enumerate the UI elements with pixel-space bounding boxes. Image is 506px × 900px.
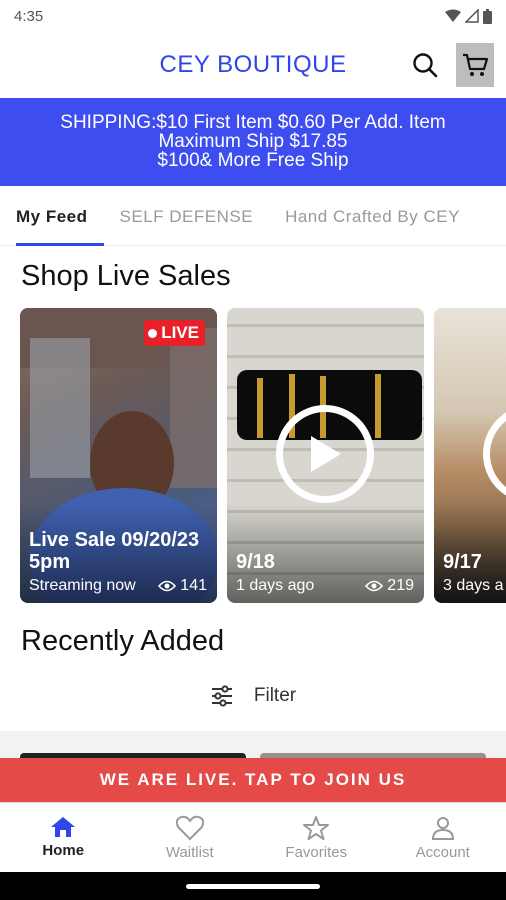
status-bar: 4:35 — [0, 0, 506, 32]
wifi-icon — [445, 9, 461, 22]
nav-account[interactable]: Account — [380, 803, 506, 872]
app-header: CEY BOUTIQUE — [0, 32, 506, 98]
home-gesture-handle[interactable] — [186, 884, 320, 889]
past-sale-card[interactable]: 9/18 1 days ago 219 — [227, 308, 424, 603]
card-title-line-2: 5pm — [29, 551, 71, 573]
system-gesture-bar — [0, 872, 506, 900]
card-subtitle: Streaming now — [29, 577, 136, 594]
recently-added-title: Recently Added — [21, 625, 225, 657]
shipping-line-1: SHIPPING:$10 First Item $0.60 Per Add. I… — [60, 112, 446, 133]
nav-home[interactable]: Home — [0, 803, 127, 872]
search-button[interactable] — [410, 50, 440, 80]
shipping-line-2: Maximum Ship $17.85 — [158, 131, 348, 152]
tab-my-feed[interactable]: My Feed — [0, 188, 104, 246]
card-views: 219 — [365, 577, 414, 595]
eye-icon — [158, 580, 177, 592]
live-sales-title: Shop Live Sales — [21, 260, 231, 292]
cart-button[interactable] — [456, 43, 494, 87]
cart-icon — [463, 53, 489, 76]
search-icon — [413, 53, 438, 78]
card-title: Live Sale 09/20/23 5pm — [29, 529, 199, 573]
status-icons — [445, 8, 492, 24]
nav-account-label: Account — [415, 844, 470, 861]
views-count: 219 — [387, 577, 414, 594]
eye-icon — [365, 580, 384, 592]
filter-sliders-icon — [211, 685, 232, 707]
home-icon — [51, 817, 76, 837]
past-sale-card[interactable]: 9/17 3 days a — [434, 308, 506, 603]
bottom-nav: Home Waitlist Favorites Account — [0, 802, 506, 872]
nav-home-label: Home — [42, 842, 85, 859]
live-badge: LIVE — [144, 320, 205, 346]
filter-button[interactable]: Filter — [0, 674, 506, 718]
battery-icon — [483, 8, 492, 24]
play-icon — [311, 436, 341, 472]
account-icon — [431, 817, 454, 840]
play-button[interactable] — [276, 405, 374, 503]
card-title-line-1: Live Sale 09/20/23 — [29, 529, 200, 551]
live-dot-icon — [148, 328, 158, 338]
tab-hand-crafted[interactable]: Hand Crafted By CEY — [269, 188, 476, 246]
star-icon — [303, 816, 330, 840]
views-count: 141 — [180, 577, 207, 594]
card-title: 9/17 — [443, 551, 482, 573]
card-title: 9/18 — [236, 551, 275, 573]
nav-favorites[interactable]: Favorites — [253, 803, 380, 872]
card-subtitle: 3 days a — [443, 577, 504, 594]
card-subtitle: 1 days ago — [236, 577, 315, 594]
app-title: CEY BOUTIQUE — [159, 51, 347, 78]
live-sale-card[interactable]: LIVE Live Sale 09/20/23 5pm Streaming no… — [20, 308, 217, 603]
nav-waitlist[interactable]: Waitlist — [127, 803, 254, 872]
heart-icon — [175, 815, 204, 841]
filter-label: Filter — [253, 685, 297, 706]
status-time: 4:35 — [14, 7, 44, 25]
card-views: 141 — [158, 577, 207, 595]
nav-waitlist-label: Waitlist — [165, 844, 214, 861]
category-tabs: My Feed SELF DEFENSE Hand Crafted By CEY — [0, 188, 506, 246]
shipping-banner: SHIPPING:$10 First Item $0.60 Per Add. I… — [0, 98, 506, 186]
live-sales-carousel: LIVE Live Sale 09/20/23 5pm Streaming no… — [20, 308, 506, 604]
shipping-line-3: $100& More Free Ship — [157, 150, 349, 171]
join-live-banner[interactable]: WE ARE LIVE. TAP TO JOIN US — [0, 758, 506, 802]
signal-icon — [465, 9, 479, 23]
live-badge-label: LIVE — [161, 323, 199, 342]
tab-self-defense[interactable]: SELF DEFENSE — [104, 188, 270, 246]
nav-favorites-label: Favorites — [285, 844, 348, 861]
